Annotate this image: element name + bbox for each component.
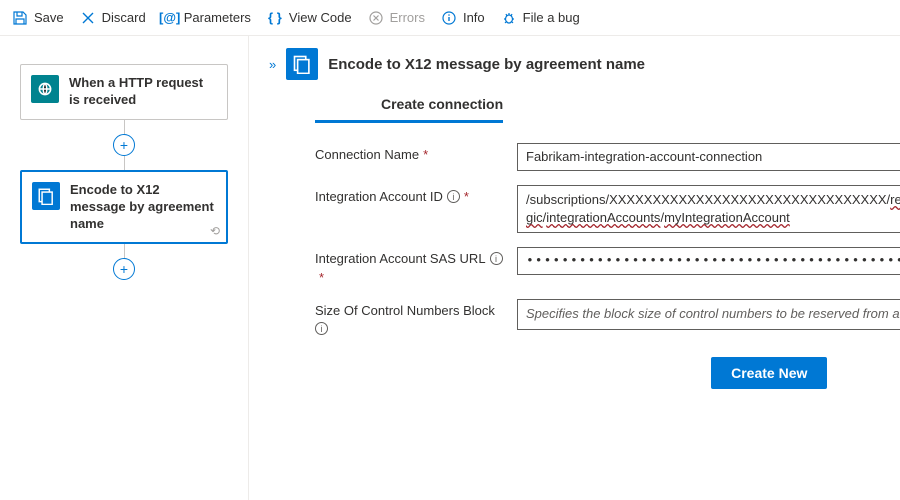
control-numbers-block-input[interactable]: Specifies the block size of control numb…: [517, 299, 900, 329]
info-button[interactable]: Info: [441, 10, 485, 26]
connector-line: [124, 120, 125, 134]
sas-url-label: Integration Account SAS URL i*: [315, 247, 505, 285]
connector-line: [124, 244, 125, 258]
info-tooltip-icon[interactable]: i: [447, 190, 460, 203]
required-marker: *: [464, 189, 469, 204]
trigger-node-http-request[interactable]: When a HTTP request is received: [20, 64, 228, 120]
connection-name-input[interactable]: Fabrikam-integration-account-connection: [517, 143, 900, 171]
file-bug-label: File a bug: [523, 10, 580, 25]
file-bug-button[interactable]: File a bug: [501, 10, 580, 26]
sas-url-input[interactable]: ••••••••••••••••••••••••••••••••••••••••…: [517, 247, 900, 275]
link-icon: ⟲: [210, 224, 220, 238]
view-code-button[interactable]: { } View Code: [267, 10, 352, 26]
discard-label: Discard: [102, 10, 146, 25]
panel-x12-icon: [286, 48, 318, 80]
action-config-panel: » Encode to X12 message by agreement nam…: [248, 36, 900, 500]
discard-button[interactable]: Discard: [80, 10, 146, 26]
errors-icon: [368, 10, 384, 26]
panel-header: » Encode to X12 message by agreement nam…: [249, 36, 900, 92]
required-marker: *: [319, 270, 324, 285]
panel-title: Encode to X12 message by agreement name: [328, 56, 900, 73]
required-marker: *: [423, 147, 428, 162]
parameters-label: Parameters: [184, 10, 251, 25]
action-node-label: Encode to X12 message by agreement name: [70, 182, 216, 233]
errors-label: Errors: [390, 10, 425, 25]
connector-line: [124, 156, 125, 170]
info-label: Info: [463, 10, 485, 25]
info-tooltip-icon[interactable]: i: [490, 252, 503, 265]
http-request-icon: [31, 75, 59, 103]
action-node-encode-x12[interactable]: Encode to X12 message by agreement name …: [20, 170, 228, 245]
info-icon: [441, 10, 457, 26]
parameters-button[interactable]: [@] Parameters: [162, 10, 251, 26]
discard-icon: [80, 10, 96, 26]
control-numbers-block-label: Size Of Control Numbers Block i: [315, 299, 505, 335]
save-label: Save: [34, 10, 64, 25]
parameters-icon: [@]: [162, 10, 178, 26]
integration-account-id-input[interactable]: /subscriptions/XXXXXXXXXXXXXXXXXXXXXXXXX…: [517, 185, 900, 233]
create-new-button[interactable]: Create New: [711, 357, 827, 389]
bug-icon: [501, 10, 517, 26]
section-tab-create-connection[interactable]: Create connection: [315, 92, 503, 123]
save-icon: [12, 10, 28, 26]
designer-canvas: When a HTTP request is received + Encode…: [0, 36, 248, 500]
trigger-node-label: When a HTTP request is received: [69, 75, 217, 109]
save-button[interactable]: Save: [12, 10, 64, 26]
add-step-button-2[interactable]: +: [113, 258, 135, 280]
braces-icon: { }: [267, 10, 283, 26]
collapse-icon[interactable]: »: [269, 57, 276, 72]
view-code-label: View Code: [289, 10, 352, 25]
connection-name-label: Connection Name *: [315, 143, 505, 162]
toolbar: Save Discard [@] Parameters { } View Cod…: [0, 0, 900, 36]
add-step-button-1[interactable]: +: [113, 134, 135, 156]
connection-form: Connection Name * Fabrikam-integration-a…: [249, 123, 900, 347]
info-tooltip-icon[interactable]: i: [315, 322, 328, 335]
errors-button: Errors: [368, 10, 425, 26]
x12-icon: [32, 182, 60, 210]
integration-account-id-label: Integration Account ID i *: [315, 185, 505, 204]
